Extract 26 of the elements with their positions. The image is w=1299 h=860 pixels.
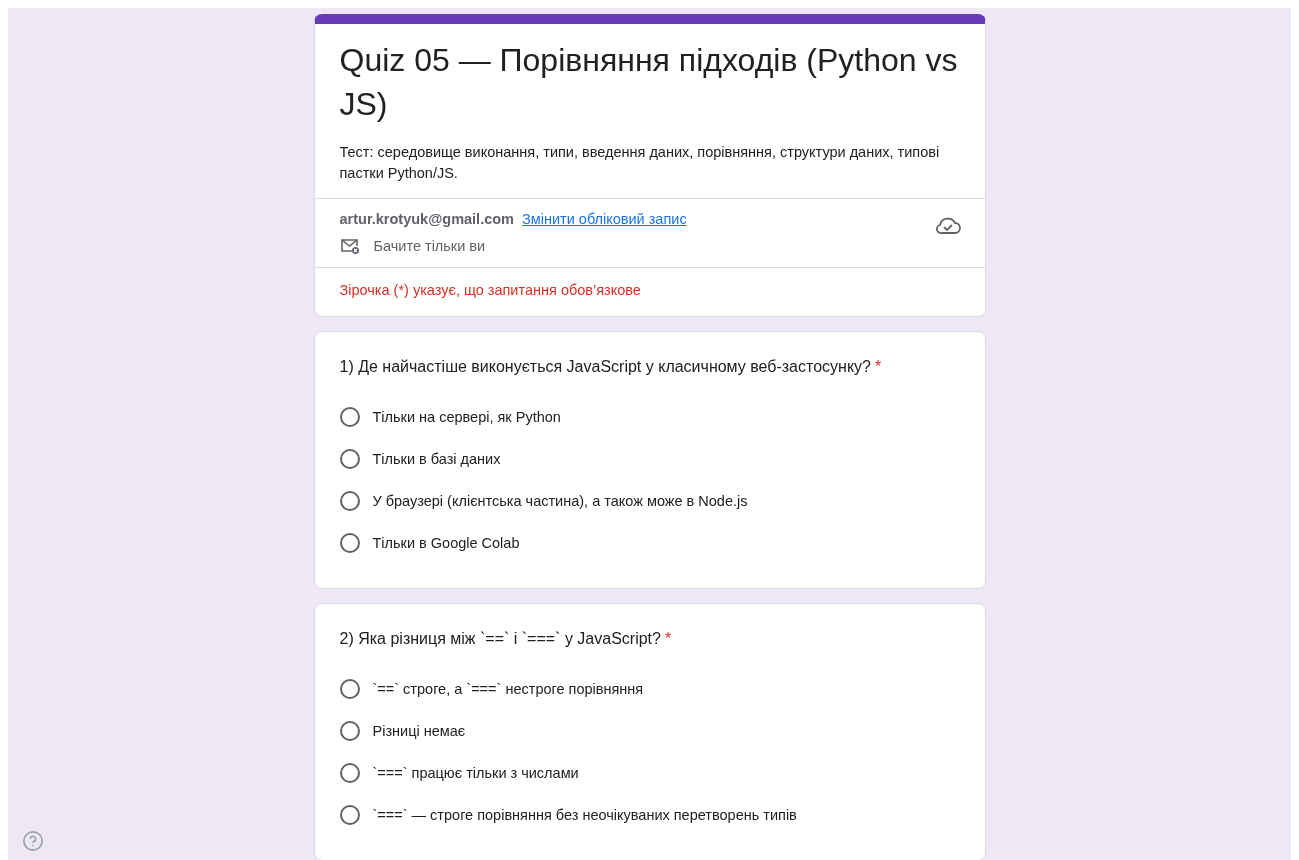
radio-button[interactable] [339,679,360,699]
option-label[interactable]: `===` — строге порівняння без неочікуваних перетворень типів [372,807,797,823]
radio-button[interactable] [339,407,360,427]
form-description: Тест: середовище виконання, типи, введення даних, порівняння, структури даних, типові пастки Python/JS. [339,143,941,183]
form-title: Quiz 05 — Порівняння підходів (Python vs JS) [339,41,959,124]
option-label[interactable]: Тільки на сервері, як Python [372,409,561,425]
option-label[interactable]: У браузері (клієнтська частина), а також може в Node.js [372,493,748,509]
radio-button[interactable] [339,721,360,741]
option-label[interactable]: Різниці немає [372,723,466,739]
cloud-check-icon [934,215,961,235]
option-label[interactable]: Тільки в Google Colab [372,535,520,551]
radio-button[interactable] [339,805,360,825]
question-title: 1) Де найчастіше виконується JavaScript у класичному веб-застосунку? * [339,358,883,376]
option-label[interactable]: Тільки в базі даних [372,451,501,467]
switch-account-link[interactable]: Змінити обліковий запис [522,211,687,227]
radio-button[interactable] [339,533,360,553]
account-email: artur.krotyuk@gmail.com [339,211,514,227]
visibility-note: Бачите тільки ви [373,238,486,254]
question-title: 2) Яка різниця між `==` і `===` у JavaScript? * [339,630,673,648]
mail-blocked-icon [339,237,360,255]
radio-button[interactable] [339,449,360,469]
option-label[interactable]: `==` строге, а `===` нестроге порівняння [372,681,644,697]
radio-button[interactable] [339,491,360,511]
option-label[interactable]: `===` працює тільки з числами [372,765,579,781]
radio-button[interactable] [339,763,360,783]
required-note: Зірочка (*) указує, що запитання обов’язкове [338,281,642,300]
